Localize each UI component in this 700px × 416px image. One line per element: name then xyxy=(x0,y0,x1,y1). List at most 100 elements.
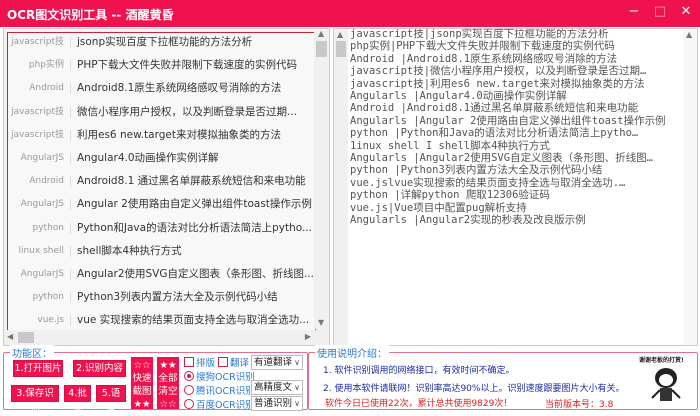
instruction-line-1: 1. 软件识别调用的网络接口，有效时间不确定。 xyxy=(323,363,514,376)
article-category: python xyxy=(8,286,64,309)
article-row: AngularJS Angular4.0动画操作实例详解 xyxy=(8,147,316,170)
article-category: javascript技 xyxy=(8,124,64,147)
translate-label: 翻译 xyxy=(230,358,249,369)
engine-radio-baidu[interactable]: 百度OCR识别 xyxy=(184,397,255,411)
ocr-result-text: javascript技|jsonp实现百度下拉框功能的方法分析 php实例|PH… xyxy=(350,28,666,227)
instructions-legend: 使用说明介绍： xyxy=(315,345,389,360)
divider xyxy=(70,60,71,71)
article-row: Android Android8.1原生系统网络感叹号消除的方法 xyxy=(8,77,316,100)
result-right-scrollbar[interactable]: ▲ xyxy=(683,29,697,345)
clear-all-button[interactable]: ★★全部清空☆☆ xyxy=(157,357,179,409)
article-title: Android8.1原生系统网络感叹号消除的方法 xyxy=(77,77,281,100)
quick-capture-label: 快速 xyxy=(131,372,153,385)
ocr-result-textarea[interactable]: ▲ javascript技|jsonp实现百度下拉框功能的方法分析 php实例|… xyxy=(333,28,698,346)
divider xyxy=(70,153,71,164)
divider xyxy=(70,315,71,326)
divider xyxy=(70,107,71,118)
article-title: Android8.1 通过黑名单屏蔽系统短信和来电功能 xyxy=(77,170,306,193)
usage-count: 软件今日已使用22次，累计总共使用9829次！ xyxy=(325,396,512,409)
article-row: javascript技jsonp实现百度下拉框功能的方法分析 xyxy=(8,32,316,54)
article-category: linux shell xyxy=(8,240,64,263)
article-category: Android xyxy=(8,77,64,100)
divider xyxy=(70,292,71,303)
article-row: javascript技利用es6 new.target来对模拟抽象类的方法 xyxy=(8,124,316,147)
star-icon: ☆☆ xyxy=(157,398,179,411)
image-preview-pane: javascript技jsonp实现百度下拉框功能的方法分析php实例PHP下载… xyxy=(3,28,330,346)
article-title: Angular 2使用路由自定义弹出组件toast操作示例 xyxy=(77,193,312,216)
quality-select[interactable]: 高精度文∨ xyxy=(251,380,303,395)
divider xyxy=(70,83,71,94)
maximize-button[interactable]: □ xyxy=(650,4,670,19)
result-left-scrollbar[interactable]: ▲ xyxy=(334,29,348,345)
star-icon: ☆☆ xyxy=(131,359,153,372)
article-category: vue.js xyxy=(8,309,64,332)
article-row: AngularJS Angular2使用SVG自定义图表（条形图、折线图... xyxy=(8,263,316,286)
instructions-area: 使用说明介绍： 1. 软件识别调用的网络接口，有效时间不确定。 2. 使用本软件… xyxy=(308,352,698,410)
article-title: shell脚本4种执行方式 xyxy=(77,240,182,263)
article-category: python xyxy=(8,217,64,240)
article-category: javascript技 xyxy=(8,32,64,54)
article-title: vue 实现搜索的结果页面支持全选与取消全选功... xyxy=(77,309,309,332)
article-title: 微信小程序用户授权，以及判断登录是否过期... xyxy=(77,101,297,124)
article-row: linux shell shell脚本4种执行方式 xyxy=(8,240,316,263)
engine-label: 百度OCR识别 xyxy=(196,400,255,411)
article-row: python Python3列表内置方法大全及示例代码小结 xyxy=(8,286,316,309)
article-row: python Python和Java的语法对比分析语法简洁上pytho... xyxy=(8,217,316,240)
article-title: Angular4.0动画操作实例详解 xyxy=(77,147,219,170)
divider xyxy=(70,37,71,48)
quick-capture-label2: 截图 xyxy=(131,385,153,398)
donate-label: 谢谢老板的打赏! xyxy=(639,355,684,364)
divider xyxy=(70,176,71,187)
window-title: OCR图文识别工具 -- 酒醒黄昏 xyxy=(7,6,174,23)
engine-label: 腾讯OCR识别 xyxy=(196,386,255,397)
open-image-button[interactable]: 1.打开图片 xyxy=(13,360,63,377)
meme-face-icon[interactable] xyxy=(649,365,683,405)
version-label: 当前版本号：3.8 xyxy=(545,397,613,410)
mode-select-value: 普通识别 xyxy=(254,398,292,409)
chevron-down-icon: ∨ xyxy=(294,381,300,394)
star-icon: ★★ xyxy=(131,398,153,411)
batch-button[interactable]: 4.批量 xyxy=(64,385,91,402)
star-icon: ★★ xyxy=(157,359,179,372)
article-row: vue.js vue 实现搜索的结果页面支持全选与取消全选功... xyxy=(8,309,316,332)
chevron-down-icon: ∨ xyxy=(294,356,300,369)
article-category: php实例 xyxy=(8,54,64,77)
article-title: Angular2使用SVG自定义图表（条形图、折线图... xyxy=(77,263,314,286)
article-title: Python3列表内置方法大全及示例代码小结 xyxy=(77,286,278,309)
article-category: AngularJS xyxy=(8,263,64,286)
function-area-legend: 功能区： xyxy=(10,345,54,360)
article-category: javascript技 xyxy=(8,101,64,124)
translate-select[interactable]: 有道翻译∨ xyxy=(251,355,303,370)
article-title: 利用es6 new.target来对模拟抽象类的方法 xyxy=(77,124,281,147)
engine-radio-sogou[interactable]: 搜狗OCR识别 xyxy=(184,369,255,383)
voice-button[interactable]: 5.语音 xyxy=(96,385,126,402)
clear-all-label2: 清空 xyxy=(157,385,179,398)
divider xyxy=(70,269,71,280)
article-row: Android Android8.1 通过黑名单屏蔽系统短信和来电功能 xyxy=(8,170,316,193)
translate-checkbox[interactable]: 翻译 xyxy=(218,355,249,369)
layout-checkbox[interactable]: 排版 xyxy=(184,355,215,369)
save-button[interactable]: 3.保存识别 xyxy=(11,385,59,402)
instruction-line-2: 2. 使用本软件请联网！识别率高达90%以上。识别速度跟要图片大小有关。 xyxy=(323,381,624,394)
mode-select[interactable]: 普通识别∨ xyxy=(251,396,303,411)
translate-select-value: 有道翻译 xyxy=(254,357,292,368)
article-category: AngularJS xyxy=(8,147,64,170)
quality-select-value: 高精度文 xyxy=(254,382,292,393)
recognize-button[interactable]: 2.识别内容 xyxy=(73,360,126,377)
article-title: Python和Java的语法对比分析语法简洁上pytho... xyxy=(77,217,312,240)
minimize-button[interactable]: − xyxy=(624,4,644,19)
engine-radio-tencent[interactable]: 腾讯OCR识别 xyxy=(184,383,255,397)
chevron-down-icon: ∨ xyxy=(294,397,300,410)
article-row: php实例PHP下载大文件失败并限制下载速度的实例代码 xyxy=(8,54,316,77)
divider xyxy=(70,199,71,210)
quick-capture-button[interactable]: ☆☆快速截图★★ xyxy=(131,357,153,409)
image-vertical-scrollbar[interactable]: ▲▼ xyxy=(314,29,329,329)
article-list-image: javascript技jsonp实现百度下拉框功能的方法分析php实例PHP下载… xyxy=(7,32,316,339)
divider xyxy=(70,246,71,257)
article-category: Android xyxy=(8,170,64,193)
divider xyxy=(70,130,71,141)
close-button[interactable]: ✕ xyxy=(676,4,696,19)
clear-all-label: 全部 xyxy=(157,372,179,385)
image-horizontal-scrollbar[interactable]: ◀▶ xyxy=(4,330,329,345)
article-row: AngularJSAngular 2使用路由自定义弹出组件toast操作示例 xyxy=(8,193,316,216)
